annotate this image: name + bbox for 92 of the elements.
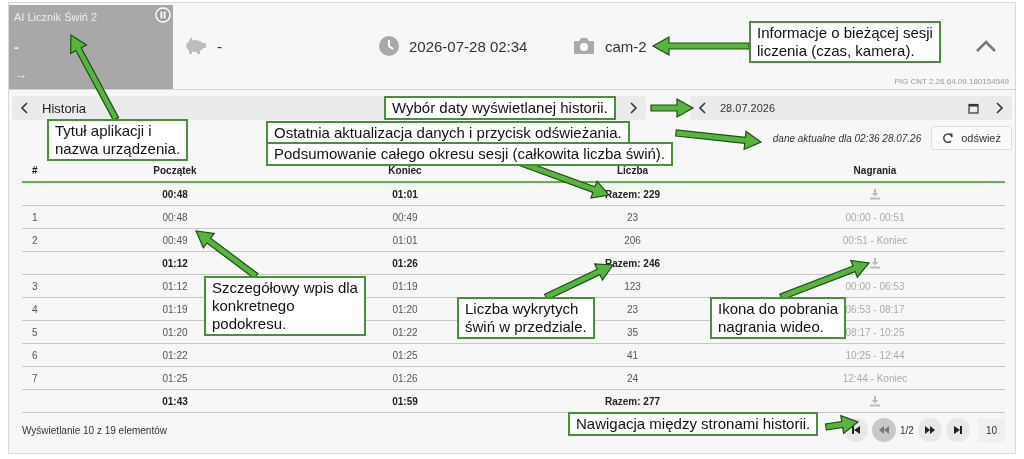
table-cell: 41 (626, 349, 639, 361)
clock-icon (379, 36, 399, 56)
table-cell: 00:49 (162, 234, 188, 246)
previous-page-button[interactable] (871, 418, 896, 442)
callout-arrow (650, 97, 695, 119)
table-cell-text: 2 (31, 234, 38, 246)
table-cell: Razem: 277 (605, 395, 660, 407)
callout: Podsumowanie całego okresu sesji (całkowita liczba świń). (266, 142, 673, 166)
refresh-button[interactable]: odśwież (931, 126, 1012, 150)
table-cell-text: 5 (31, 326, 38, 338)
pause-icon[interactable] (155, 7, 171, 23)
table-cell: 23 (626, 211, 639, 223)
table-cell: 01:01 (392, 234, 418, 246)
table-cell: 01:22 (392, 326, 418, 338)
refresh-icon (942, 132, 955, 144)
back-icon[interactable] (20, 102, 30, 114)
column-header: Początek (153, 165, 197, 176)
next-day-icon[interactable] (994, 102, 1004, 114)
next-icon[interactable] (628, 102, 638, 114)
callout: Ikona do pobrania nagrania wideo. (710, 297, 847, 339)
table-cell: 01:26 (392, 372, 418, 384)
column-header: # (31, 165, 38, 176)
date-picker[interactable]: 28.07.2026 (690, 96, 1012, 120)
tile-value: - (14, 39, 20, 55)
table-cell: 00:48 (162, 188, 188, 200)
next-page-icon (923, 424, 936, 436)
table-cell: 01:20 (162, 326, 188, 338)
prev-page-icon (877, 424, 890, 436)
callout: Szczegółowy wpis dla konkretnego podokresu. (204, 276, 366, 336)
table-cell: 01:19 (392, 280, 418, 292)
camera-icon (573, 37, 595, 55)
date-value: 28.07.2026 (720, 102, 777, 114)
callout: Informacje o bieżącej sesji liczenia (czas, kamera). (749, 21, 941, 63)
table-cell: 08:17 - 10:25 (845, 326, 905, 338)
table-cell: 10:25 - 12:44 (845, 349, 905, 361)
session-time: 2026-07-28 02:34 (409, 37, 528, 55)
table-cell: 01:43 (162, 395, 188, 407)
table-cell-text: 6 (31, 349, 38, 361)
table-cell: 01:12 (162, 280, 188, 292)
table-cell-text: 7 (31, 372, 38, 384)
table-cell: 123 (624, 280, 641, 292)
item-count: Wyświetlanie 10 z 19 elementów (22, 424, 167, 436)
table-cell: 12:44 - Koniec (842, 372, 908, 384)
table-cell: 01:20 (392, 303, 418, 315)
table-cell: 06:53 - 08:17 (845, 303, 905, 315)
table-cell: Razem: 246 (605, 257, 660, 269)
last-page-icon (951, 424, 964, 436)
table-cell: 01:59 (392, 395, 418, 407)
callout: Wybór daty wyświetlanej historii. (384, 96, 616, 120)
last-page-button[interactable] (945, 418, 970, 442)
table-cell: 01:26 (392, 257, 418, 269)
camera-name: cam-2 (605, 37, 647, 55)
callout: Tytuł aplikacji i nazwa urządzenia. (47, 119, 189, 161)
table-cell-text: 1 (31, 211, 38, 223)
column-header: Koniec (388, 165, 422, 176)
update-status: dane aktualne dla 02:36 28.07.26 (772, 132, 922, 144)
previous-day-icon[interactable] (698, 102, 708, 114)
column-header: Liczba (616, 165, 649, 176)
table-cell: 00:00 - 00:51 (845, 211, 905, 223)
table-cell: 00:49 (392, 211, 418, 223)
calendar-icon[interactable] (967, 102, 979, 114)
history-title: Historia (42, 100, 87, 116)
table-cell-text: 3 (31, 280, 38, 292)
page-size-field[interactable]: 10 (977, 418, 1005, 442)
table-cell: 01:25 (162, 372, 188, 384)
table-cell: 00:51 - Koniec (842, 234, 908, 246)
app-title: AI Licznik Świń 2 (14, 11, 98, 23)
table-cell: 23 (626, 303, 639, 315)
callout: Ostatnia aktualizacja danych i przycisk odświeżania. (266, 121, 630, 145)
table-cell: 01:12 (162, 257, 188, 269)
column-header: Nagrania (853, 165, 897, 176)
table-cell: 01:01 (392, 188, 418, 200)
table-cell: 206 (624, 234, 641, 246)
tile-arrow: → (14, 67, 28, 82)
pig-icon (183, 37, 207, 55)
next-page-button[interactable] (917, 418, 942, 442)
table-cell: 00:48 (162, 211, 188, 223)
callout: Liczba wykrytych świń w przedziale. (457, 297, 595, 339)
table-cell: 35 (626, 326, 639, 338)
version-label: PIG CNT 2.26.64.09.180154549 (894, 77, 1009, 86)
page-indicator: 1/2 (899, 424, 914, 436)
callout-arrow (824, 414, 860, 435)
collapse-chevron-icon[interactable] (975, 39, 997, 53)
pig-count: - (217, 37, 222, 55)
table-cell: 01:22 (162, 349, 188, 361)
table-cell: 24 (626, 372, 639, 384)
table-cell-text: 4 (31, 303, 38, 315)
first-page-icon (849, 424, 862, 436)
table-cell: 01:19 (162, 303, 188, 315)
table-cell: 00:00 - 06:53 (845, 280, 905, 292)
table-cell: 01:25 (392, 349, 418, 361)
callout: Nawigacja między stronami historii. (568, 412, 819, 436)
